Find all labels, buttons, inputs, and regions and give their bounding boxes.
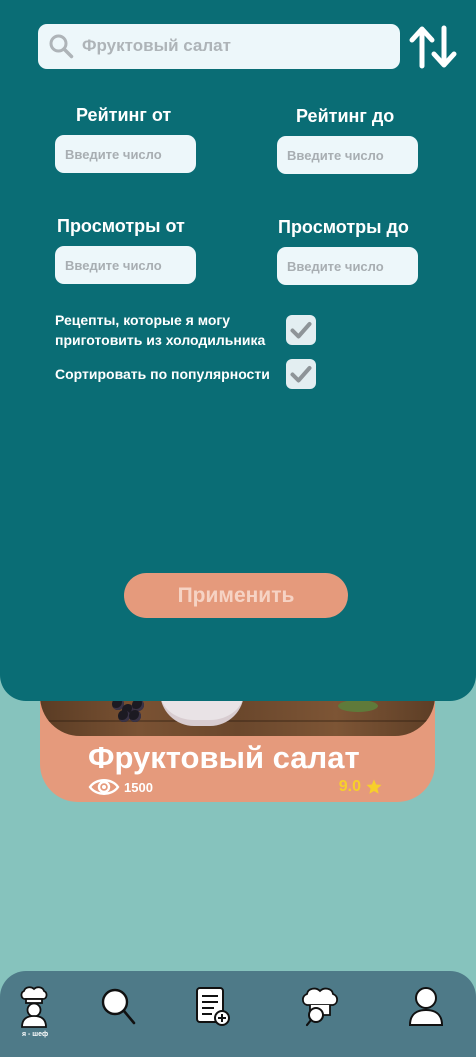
views-to-placeholder: Введите число (287, 258, 384, 274)
views-count: 1500 (124, 779, 153, 795)
fridge-option-line2: приготовить из холодильника (55, 332, 266, 348)
views-to-input[interactable]: Введите число (277, 247, 418, 285)
search-value: Фруктовый салат (82, 36, 231, 55)
nav-item-search[interactable] (98, 985, 142, 1029)
fridge-option-line1: Рецепты, которые я могу (55, 312, 231, 328)
add-recipe-icon (196, 987, 230, 1026)
chef-search-icon (301, 987, 339, 1027)
nav-item-profile[interactable] (404, 985, 448, 1029)
nav-caption-chef: я - шеф (22, 1031, 49, 1038)
search-icon (49, 34, 74, 59)
rating-to-label: Рейтинг до (296, 106, 395, 126)
popular-option-checkbox[interactable] (286, 359, 316, 389)
nav-item-add-recipe[interactable] (192, 985, 236, 1029)
rating-from-input[interactable]: Введите число (55, 135, 196, 173)
fridge-option-label: Рецепты, которые я могу приготовить из х… (55, 310, 265, 350)
views-from-label: Просмотры от (57, 216, 185, 236)
popular-option-label: Сортировать по популярности (55, 366, 270, 382)
views-from-input[interactable]: Введите число (55, 246, 196, 284)
sort-icon[interactable] (408, 24, 460, 70)
nav-item-chef[interactable]: я - шеф (12, 985, 56, 1038)
rating-from-placeholder: Введите число (65, 146, 162, 162)
fridge-option-checkbox[interactable] (286, 315, 316, 345)
views-to-label: Просмотры до (278, 217, 409, 237)
views-from-placeholder: Введите число (65, 257, 162, 273)
eye-icon (88, 779, 120, 795)
apply-button-label: Применить (177, 583, 295, 607)
profile-icon (408, 987, 444, 1026)
star-icon (366, 779, 382, 794)
checkmark-icon (290, 322, 312, 339)
rating-value: 9.0 (338, 778, 361, 795)
recipe-title: Фруктовый салат (88, 740, 360, 775)
search-input[interactable]: Фруктовый салат (38, 24, 400, 69)
rating-from-label: Рейтинг от (76, 105, 172, 125)
rating-to-input[interactable]: Введите число (277, 136, 418, 174)
checkmark-icon (290, 366, 312, 383)
search-icon (101, 988, 136, 1025)
nav-item-chef-search[interactable] (298, 985, 342, 1029)
rating: 9.0 (339, 778, 383, 796)
apply-button[interactable]: Применить (124, 573, 348, 618)
views-counter: 1500 (88, 776, 153, 798)
chef-icon (20, 986, 48, 1028)
filter-panel: Фруктовый салат Рейтинг от Рейтинг до Вв… (0, 0, 476, 701)
rating-to-placeholder: Введите число (287, 147, 384, 163)
bottom-nav: я - шеф (0, 971, 476, 1057)
